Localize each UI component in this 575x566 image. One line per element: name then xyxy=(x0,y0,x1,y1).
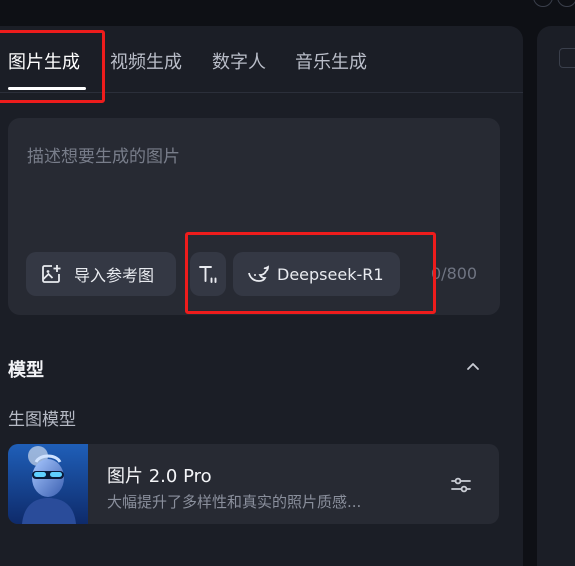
character-counter: 0/800 xyxy=(431,264,478,283)
model-name: 图片 2.0 Pro xyxy=(107,466,212,487)
chevron-up-icon xyxy=(462,363,484,382)
tab-video-generation[interactable]: 视频生成 xyxy=(110,48,182,74)
model-section-title: 模型 xyxy=(8,360,44,381)
model-description: 大幅提升了多样性和真实的照片质感... xyxy=(107,493,362,511)
model-card[interactable]: 图片 2.0 Pro 大幅提升了多样性和真实的照片质感... xyxy=(8,444,499,524)
deepseek-whale-icon xyxy=(247,264,269,284)
deepseek-model-chip[interactable]: Deepseek-R1 xyxy=(233,252,400,296)
import-reference-label: 导入参考图 xyxy=(74,266,155,285)
tab-music-generation[interactable]: 音乐生成 xyxy=(295,48,367,74)
text-quote-icon xyxy=(197,263,219,285)
image-add-icon xyxy=(40,263,62,285)
image-model-subtitle: 生图模型 xyxy=(8,410,76,430)
deepseek-model-label: Deepseek-R1 xyxy=(277,264,384,284)
collapse-button[interactable] xyxy=(462,356,484,378)
top-circle-icon xyxy=(533,0,553,7)
top-circle-icon xyxy=(557,0,575,7)
sliders-icon xyxy=(449,477,473,501)
prompt-input[interactable] xyxy=(25,140,489,224)
tab-digital-human[interactable]: 数字人 xyxy=(212,48,266,74)
right-panel xyxy=(537,26,575,566)
model-settings-button[interactable] xyxy=(449,473,473,497)
tab-image-generation[interactable]: 图片生成 xyxy=(8,48,80,74)
panel-toggle-icon[interactable] xyxy=(559,48,575,68)
active-tab-indicator xyxy=(8,87,86,90)
generation-panel: 图片生成 视频生成 数字人 音乐生成 导入参考图 xyxy=(0,26,523,566)
model-thumbnail xyxy=(8,444,88,524)
prompt-box: 导入参考图 Deepseek-R1 0/800 xyxy=(8,118,500,315)
import-reference-button[interactable]: 导入参考图 xyxy=(26,252,176,296)
tab-bar: 图片生成 视频生成 数字人 音乐生成 xyxy=(0,26,523,93)
text-format-button[interactable] xyxy=(190,252,226,296)
